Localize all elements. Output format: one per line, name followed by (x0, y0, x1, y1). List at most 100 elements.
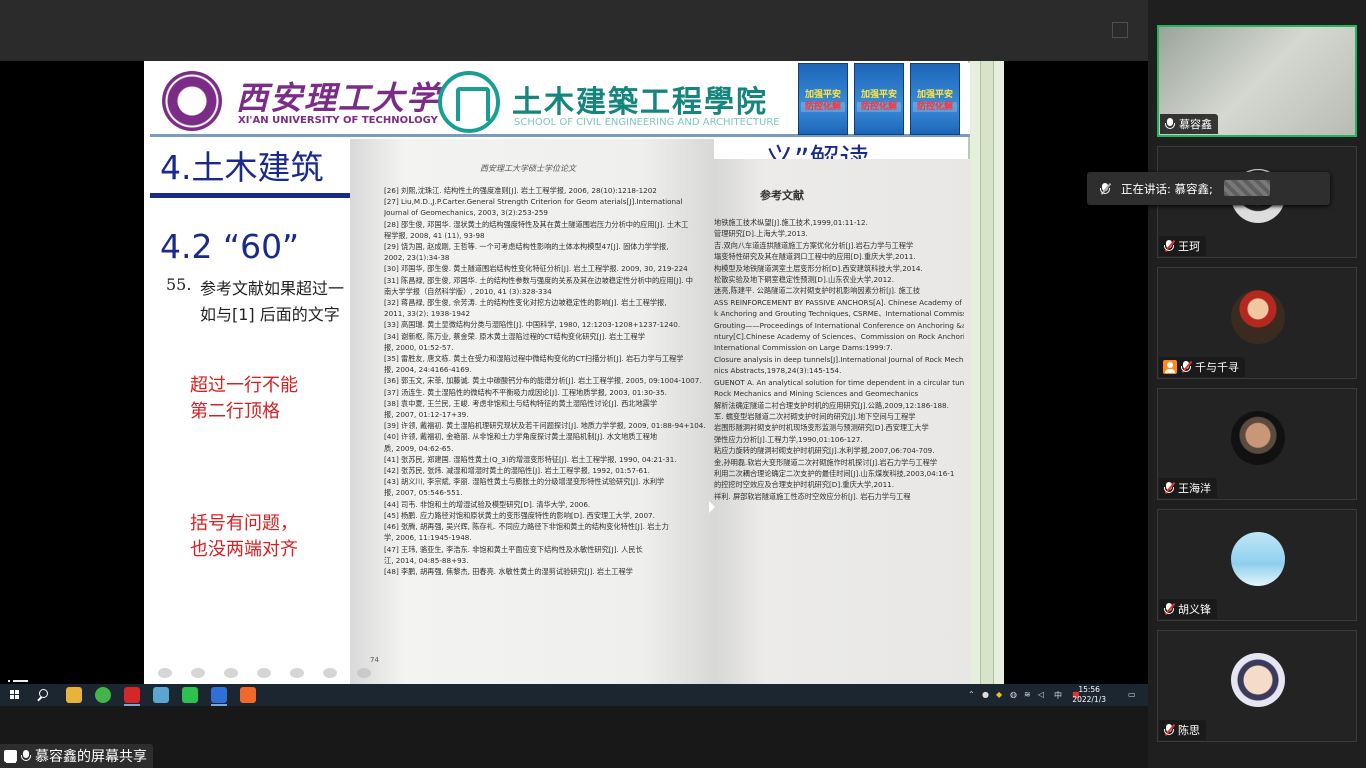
reference-entry: [46] 张腾, 胡再强, 吴兴辉, 陈存礼. 不同应力路径下非饱和黄土的结构变… (384, 522, 669, 532)
reference-entry: 粘应力旋转的隧洞衬砌支护时机研究[J].水利学报,2007,06:704-709… (714, 446, 935, 456)
media-player-icon[interactable] (240, 687, 256, 703)
reference-entry: 质, 2009, 04:62-65. (384, 443, 454, 453)
slide-subtitle: 4.2 “60” (160, 227, 300, 266)
reference-entry: [30] 邓国华, 邵生俊. 黄土隧道围岩结构性变化特征分析[J]. 岩土工程学… (384, 264, 688, 274)
school-name-cn: 土木建築工程學院 (512, 85, 768, 120)
reference-entry: 军. 蠕变型岩隧道二次衬砌支护时间的研究[J].地下空间与工程学 (714, 411, 916, 421)
reference-entry: 江, 2014, 04:85-88+93. (384, 555, 469, 565)
host-badge-icon (1163, 360, 1177, 374)
reference-list-left: [26] 刘熙,沈珠江. 结构性土的强度准则[J]. 岩土工程学报, 2006,… (384, 185, 706, 577)
mic-muted-icon (1163, 239, 1176, 253)
zoom-icon[interactable] (257, 668, 272, 678)
thesis-page-photo-right: 参考文献 地铁施工技术纵望[J].施工技术,1999,01:11-12. 管理研究… (714, 159, 970, 684)
participant-name: 慕容鑫 (1179, 118, 1212, 131)
screen-icon[interactable] (290, 668, 305, 678)
screen-share-text: 慕容鑫的屏幕共享 (35, 749, 147, 765)
participant-name: 千与千寻 (1195, 361, 1239, 374)
clock-date: 2022/1/3 (1072, 695, 1106, 704)
participant-name-tag: 王海洋 (1159, 478, 1217, 498)
wps-icon[interactable] (124, 687, 140, 706)
participant-name-tag: 陈思 (1159, 720, 1206, 740)
reference-entry: 解析法确定隧道二衬合理支护时机的应用研究[J].公路,2009,12:186-1… (714, 400, 949, 410)
window-control-icon[interactable] (1112, 22, 1128, 38)
reference-entry: [44] 司韦. 非饱和土的增湿试验及模型研究[D]. 清华大学, 2006. (384, 499, 591, 509)
participant-name-tag: 千与千寻 (1159, 357, 1245, 377)
reference-entry: 迷亮,陈建平. 公路隧道二次衬砌支护时机影响因素分析[J]. 施工技 (714, 286, 921, 296)
poster-line1: 加强平安 (916, 90, 953, 100)
meeting-top-bar (0, 0, 1148, 61)
next-icon[interactable] (191, 668, 206, 678)
ime-indicator[interactable]: 中 (1054, 690, 1062, 701)
volume-icon[interactable]: ◁ (1038, 690, 1044, 699)
wechat-icon[interactable] (182, 687, 198, 703)
mic-icon (20, 749, 32, 763)
notification-icon[interactable]: ▭ (1128, 690, 1136, 699)
speaking-text: 正在讲话: 慕容鑫; (1121, 181, 1213, 196)
reference-entry: nics Abstracts,1978,24(3):145-154. (714, 366, 842, 376)
taskbar-clock[interactable]: 15:56 2022/1/3 (1072, 685, 1106, 705)
avatar (1231, 653, 1285, 707)
search-icon[interactable] (36, 686, 54, 704)
windows-start-icon[interactable] (6, 686, 24, 704)
mic-tray-icon[interactable]: ● (982, 690, 989, 699)
reference-entry: 报, 2007, 05:546-551. (384, 488, 463, 498)
poster-line2: 防控化解 (857, 102, 901, 112)
image-viewer-icon[interactable] (153, 687, 169, 703)
reference-entry: [29] 饶为国, 赵成刚, 王哲等. 一个可考虑结构性影响的土体本构模型47[… (384, 242, 669, 252)
reference-entry: [38] 袁中夏, 王兰民, 王峻. 考虑非饱和土与结构特征的黄土湿陷性讨论[J… (384, 398, 658, 408)
mic-muted-icon (1163, 602, 1176, 616)
pen-icon[interactable] (224, 668, 239, 678)
poster-image: 加强平安 防控化解 (854, 63, 904, 135)
browser-icon[interactable] (95, 687, 111, 703)
reference-entry: ntury[C].Chinese Academy of Sciences、Com… (714, 332, 964, 342)
prev-icon[interactable] (158, 668, 172, 678)
wifi-icon[interactable]: ≋ (1024, 690, 1031, 699)
app-tray-icon[interactable]: ◆ (996, 690, 1002, 699)
university-name-cn: 西安理工大学 (236, 79, 441, 117)
participant-tile[interactable]: 胡义锋 (1157, 509, 1357, 621)
title-underline (150, 193, 350, 198)
reference-entry: 管理研究[D].上海大学,2013. (714, 229, 808, 239)
presentation-slide: XUT 西安理工大学 XI'AN UNIVERSITY OF TECHNOLOG… (144, 61, 1004, 684)
reference-entry: [40] 许领, 戴福初, 金艳丽. 从非饱和土力学角度探讨黄土湿陷机制[J].… (384, 432, 658, 442)
network-icon[interactable]: ◍ (1010, 690, 1017, 699)
meeting-app: XUT 西安理工大学 XI'AN UNIVERSITY OF TECHNOLOG… (0, 0, 1366, 768)
reference-entry: [47] 王玮, 骆亚生, 李浩东. 非饱和黄土平面应变下结构性及水敏性研究[J… (384, 544, 643, 554)
reference-list-right: 地铁施工技术纵望[J].施工技术,1999,01:11-12. 管理研究[D].上… (714, 217, 964, 502)
participant-tile[interactable]: 千与千寻 (1157, 267, 1357, 379)
system-tray: ⌃ ● ◆ ◍ ≋ ◁ 中 ■ 15:56 2022/1/3 ▭ (968, 684, 1148, 706)
reference-entry: GUENOT A. An analytical solution for tim… (714, 377, 964, 387)
item-text-line1: 参考文献如果超过一 (200, 279, 345, 298)
mouse-cursor-icon (709, 501, 715, 513)
reference-entry: [34] 谢新枢, 陈万业, 蔡金荣. 原木黄土湿陷过程的CT结构变化研究[J]… (384, 331, 645, 341)
mic-muted-icon (1163, 723, 1176, 737)
poster-image: 加强平安 防控化解 (910, 63, 960, 135)
note-line: 超过一行不能 (190, 375, 298, 396)
reference-entry: Rock Mechanics and Mining Sciences and G… (714, 389, 919, 399)
mic-muted-icon (1163, 481, 1176, 495)
slide-title: 4.土木建筑 (160, 148, 324, 187)
chevron-up-icon[interactable]: ⌃ (968, 690, 975, 699)
reference-entry: 程学报, 2008, 41 (11), 93-98 (384, 230, 485, 240)
participant-tile[interactable]: 王海洋 (1157, 388, 1357, 500)
references-heading: 参考文献 (760, 189, 804, 202)
mic-icon (1164, 117, 1176, 131)
reference-entry: 吉.双向八车道连拱隧道施工方案优化分析[J].岩石力学与工程学 (714, 240, 914, 250)
screen-share-label: 慕容鑫的屏幕共享 (0, 744, 153, 768)
reference-entry: 南大学学报（自然科学版）, 2010, 41 (3):328-334 (384, 286, 552, 296)
participant-name-tag: 胡义锋 (1159, 599, 1217, 619)
file-explorer-icon[interactable] (66, 687, 82, 703)
participant-panel: 慕容鑫 王珂 千与千寻 王海洋 胡义锋 陈思 (1148, 0, 1366, 768)
more-icon[interactable] (356, 668, 371, 678)
reference-entry: [32] 蒋昌禄, 邵生俊, 佘芳涛. 土的结构性变化对挖方边坡稳定性的影响[J… (384, 298, 667, 308)
poster-line1: 加强平安 (804, 90, 841, 100)
reference-entry: International Commission on Large Dams:1… (714, 343, 893, 353)
meeting-app-icon[interactable] (211, 687, 227, 706)
participant-tile[interactable]: 慕容鑫 (1157, 25, 1357, 137)
reference-entry: 塌变特性研究及其在隧道洞口工程中的应用[D].重庆大学,2011. (714, 252, 916, 262)
note-line: 第二行顶格 (190, 401, 280, 422)
clock-time: 15:56 (1078, 685, 1100, 694)
reference-entry: [33] 高国瑞. 黄土显微结构分类与湿陷性[J]. 中国科学, 1980, 1… (384, 320, 681, 330)
participant-tile[interactable]: 陈思 (1157, 630, 1357, 742)
menu-dots-icon[interactable] (323, 668, 338, 678)
